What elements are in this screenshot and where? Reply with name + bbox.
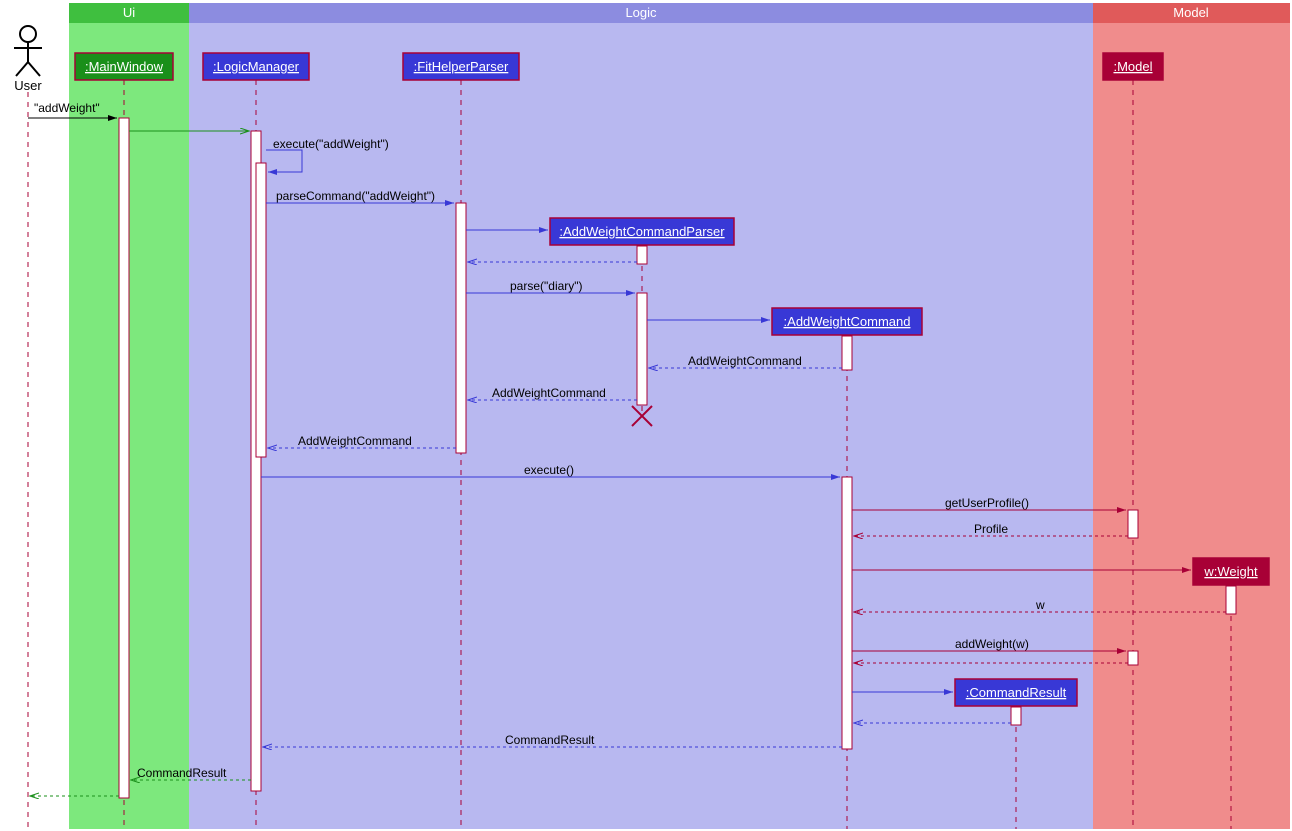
participant-addweightcommand: :AddWeightCommand [772,308,922,335]
region-ui-label: Ui [123,5,135,20]
svg-text::LogicManager: :LogicManager [213,59,300,74]
msg-return-to-parser-label: AddWeightCommand [492,386,606,400]
actor-label: User [14,78,42,93]
activation-model-add [1128,651,1138,665]
activation-parser-create [637,246,647,264]
participant-commandresult: :CommandResult [955,679,1077,706]
msg-return-command-label: AddWeightCommand [688,354,802,368]
participant-fithelperparser: :FitHelperParser [403,53,519,80]
msg-profile-return-label: Profile [974,522,1008,536]
msg-addweight-label: "addWeight" [34,101,100,115]
activation-command-create [842,336,852,370]
msg-parse-label: parse("diary") [510,279,583,293]
actor-user: User [14,26,42,93]
msg-w-return-label: w [1035,598,1045,612]
svg-text:w:Weight: w:Weight [1203,564,1258,579]
activation-model-profile [1128,510,1138,538]
activation-command-exec [842,477,852,749]
activation-logicmanager-2 [256,163,266,457]
msg-return-to-logic-label: AddWeightCommand [298,434,412,448]
msg-getuserprofile-label: getUserProfile() [945,496,1029,510]
msg-result-to-logic-label: CommandResult [505,733,595,747]
svg-text::Model: :Model [1113,59,1152,74]
activation-result [1011,707,1021,725]
region-logic-label: Logic [625,5,657,20]
svg-text::AddWeightCommandParser: :AddWeightCommandParser [559,224,725,239]
msg-result-to-ui-label: CommandResult [137,766,227,780]
region-model: Model [1093,3,1290,829]
activation-mainwindow [119,118,129,798]
svg-text::FitHelperParser: :FitHelperParser [414,59,509,74]
activation-fithelperparser [456,203,466,453]
msg-parsecommand-label: parseCommand("addWeight") [276,189,435,203]
msg-execute-label: execute("addWeight") [273,137,389,151]
msg-execute-command-label: execute() [524,463,574,477]
activation-weight [1226,586,1236,614]
svg-text::AddWeightCommand: :AddWeightCommand [784,314,911,329]
region-model-label: Model [1173,5,1209,20]
participant-mainwindow: :MainWindow [75,53,173,80]
msg-addweight-call-label: addWeight(w) [955,637,1029,651]
participant-logicmanager: :LogicManager [203,53,309,80]
svg-text::MainWindow: :MainWindow [85,59,164,74]
participant-weight: w:Weight [1193,558,1269,585]
svg-text::CommandResult: :CommandResult [966,685,1067,700]
participant-addweightcommandparser: :AddWeightCommandParser [550,218,734,245]
participant-model: :Model [1103,53,1163,80]
activation-parser-parse [637,293,647,405]
